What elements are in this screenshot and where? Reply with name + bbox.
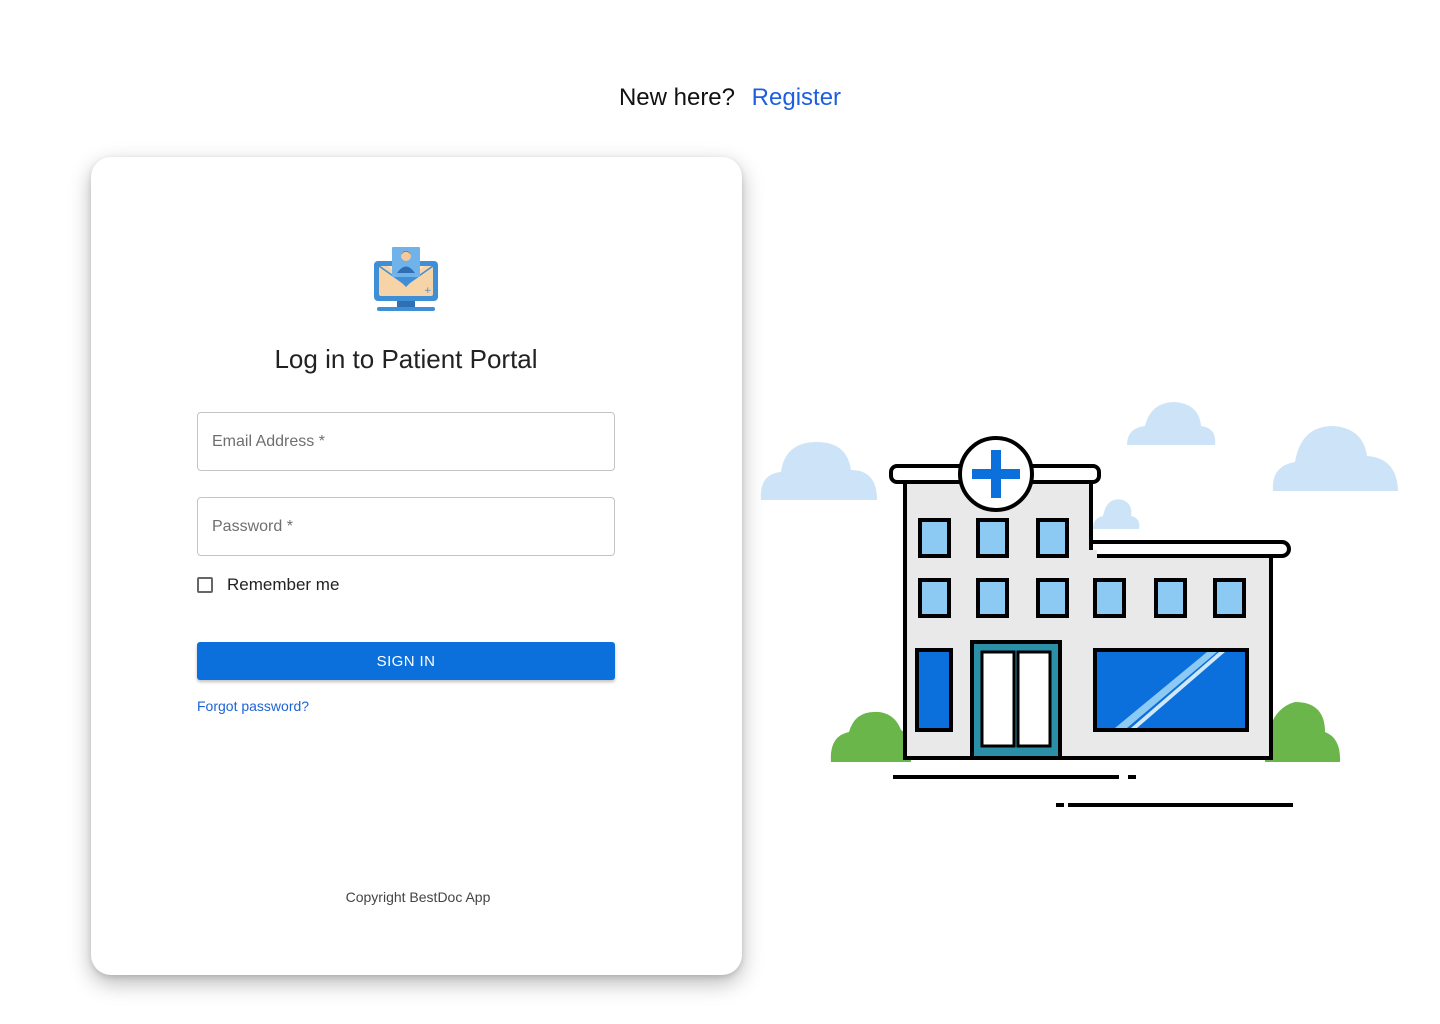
register-link[interactable]: Register (752, 84, 841, 111)
forgot-password-link[interactable]: Forgot password? (197, 698, 309, 714)
email-field[interactable] (197, 412, 615, 471)
ground-line (893, 775, 1293, 807)
patient-computer-icon: + (374, 247, 438, 311)
password-input[interactable] (198, 498, 614, 555)
email-input[interactable] (198, 413, 614, 470)
login-page: New here? Register + Log in to Patient P… (0, 0, 1440, 1024)
new-here-text: New here? (618, 84, 735, 111)
remember-me-row[interactable]: Remember me (197, 575, 339, 595)
remember-me-checkbox[interactable] (197, 577, 213, 593)
remember-me-label: Remember me (227, 575, 340, 594)
register-prompt: New here? Register (0, 84, 1440, 112)
copyright-text: Copyright BestDoc App (345, 889, 491, 905)
sign-in-button[interactable]: SIGN IN (197, 642, 615, 680)
password-field[interactable] (197, 497, 615, 556)
login-card: + Log in to Patient Portal Remember me S… (91, 157, 742, 975)
svg-text:+: + (424, 286, 432, 296)
page-title: Log in to Patient Portal (274, 344, 538, 374)
hospital-building-illustration (760, 402, 1398, 807)
